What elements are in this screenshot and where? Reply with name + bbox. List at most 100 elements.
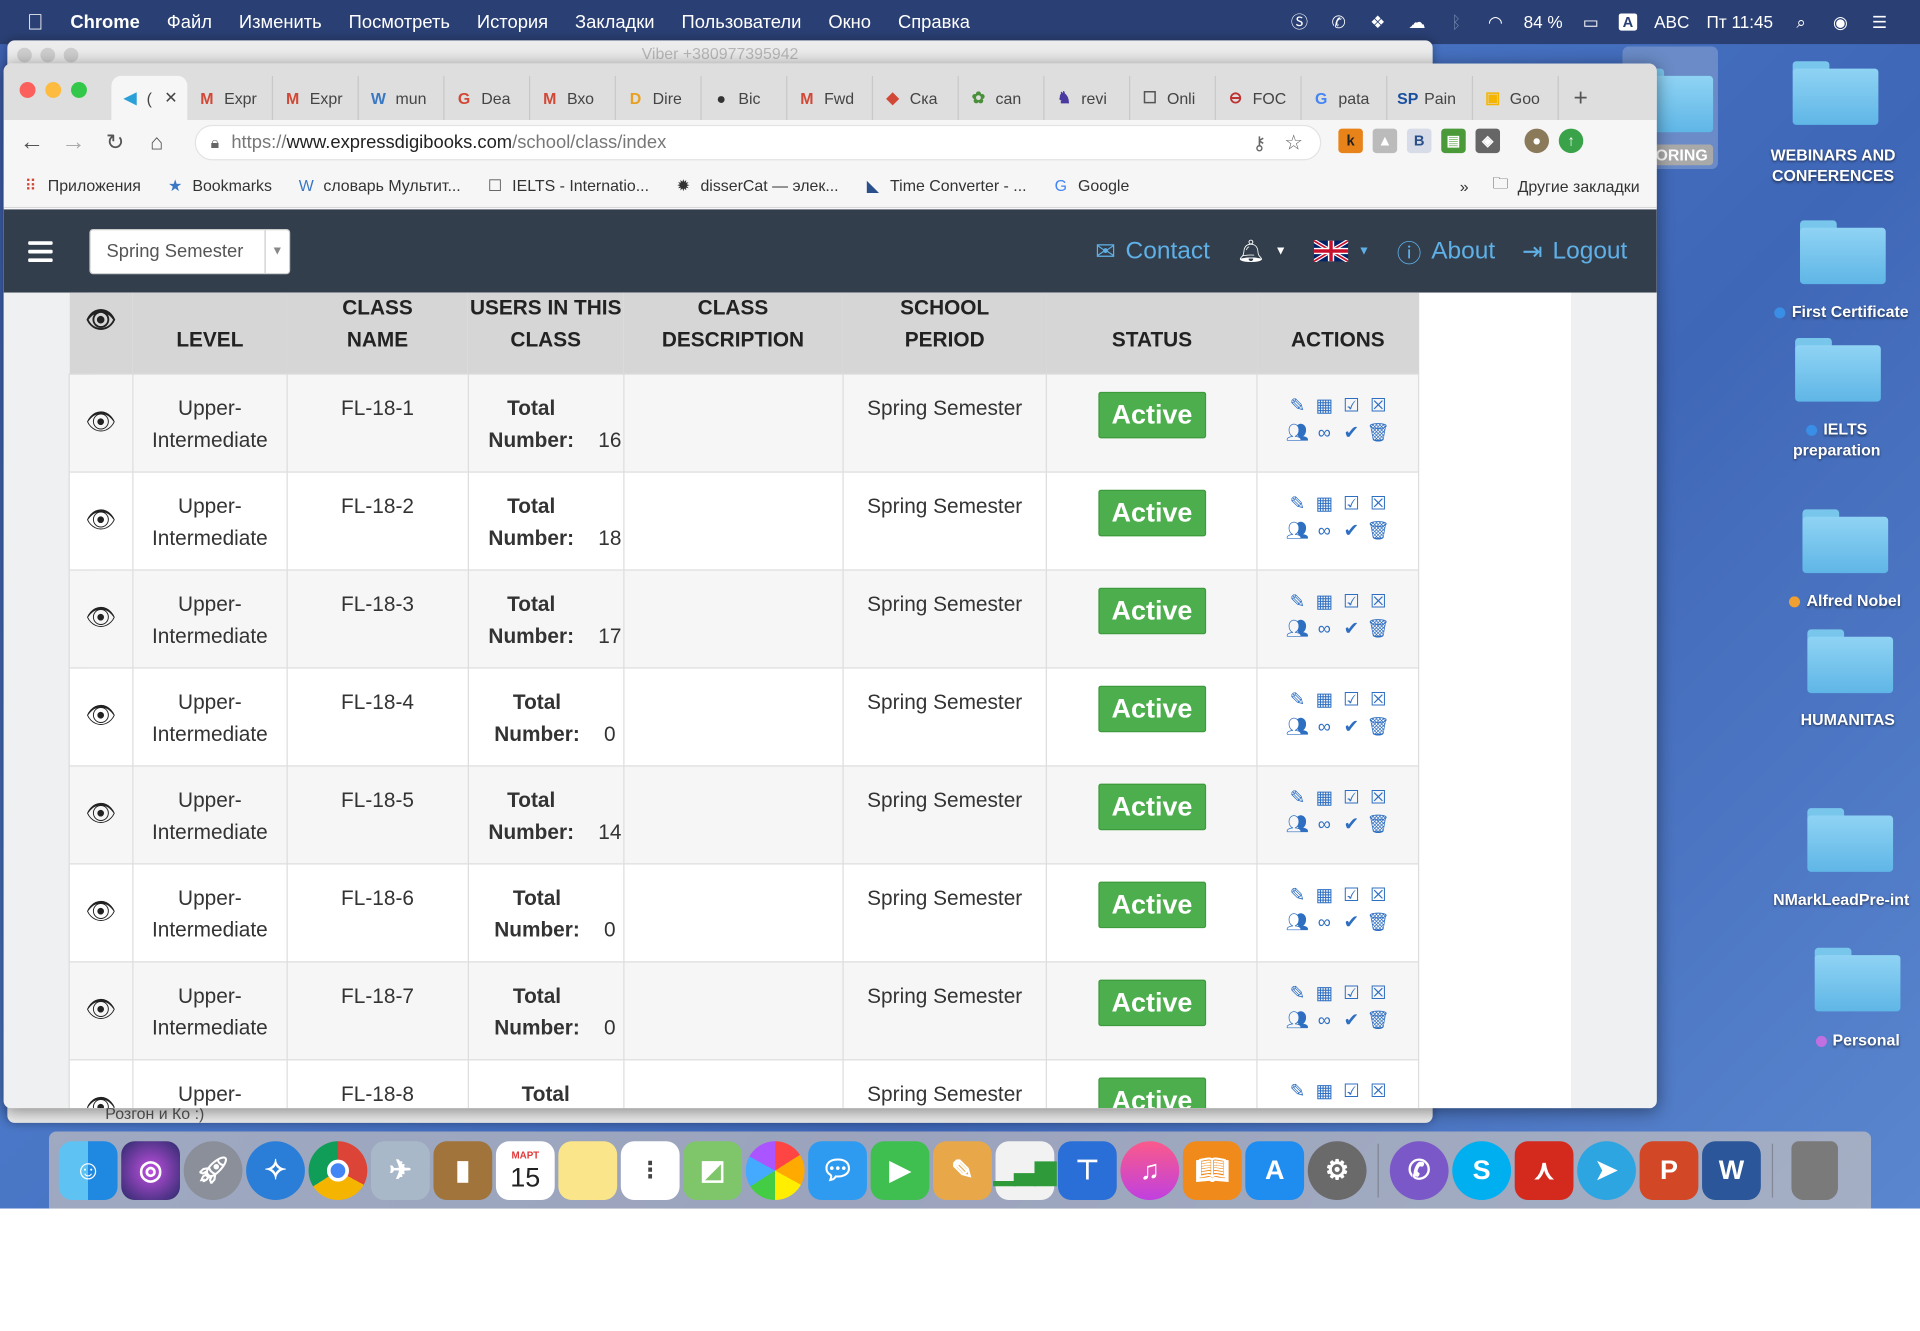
calendar-icon[interactable]: ▦ [1315, 1081, 1335, 1102]
check-icon[interactable]: ✔ [1342, 814, 1362, 835]
status-badge[interactable]: Active [1098, 979, 1206, 1027]
calendar-check-icon[interactable]: ☑ [1342, 493, 1362, 514]
header-status[interactable]: STATUS [1046, 292, 1258, 375]
folder-webinars-label[interactable]: WEBINARS AND CONFERENCES [1763, 144, 1903, 186]
check-icon[interactable]: ✔ [1342, 422, 1362, 443]
wifi-icon[interactable]: ◠ [1484, 11, 1506, 33]
status-badge[interactable]: Active [1098, 1077, 1206, 1109]
bookmark-2[interactable]: Wсловарь Мультит... [296, 176, 461, 194]
tab-1[interactable]: M Expr [187, 75, 274, 121]
row-view-cell[interactable]: 👁︎ [68, 667, 134, 767]
launchpad-icon[interactable]: 🚀︎ [183, 1140, 243, 1200]
trash-icon[interactable]: 🗑︎ [1367, 520, 1390, 541]
calendar-icon[interactable]: ▦ [1315, 689, 1335, 710]
calendar-icon[interactable]: ▦ [1315, 493, 1335, 514]
messages-icon[interactable]: 💬︎ [808, 1140, 867, 1200]
bookmark-1[interactable]: ★ Bookmarks [165, 176, 272, 196]
folder-personal-label[interactable]: Personal [1805, 1031, 1910, 1049]
photos-icon[interactable] [745, 1140, 805, 1200]
tab-6[interactable]: D Dire [616, 75, 702, 121]
books-icon[interactable]: 📖︎ [1182, 1140, 1242, 1200]
facetime-icon[interactable]: ▶ [870, 1140, 930, 1200]
edit-icon[interactable]: ✎ [1288, 689, 1308, 710]
edit-icon[interactable]: ✎ [1288, 591, 1308, 612]
about-link[interactable]: ⓘ About [1397, 233, 1495, 269]
calendar-icon[interactable]: ▦ [1315, 885, 1335, 906]
trash-icon[interactable]: 🗑︎ [1367, 618, 1390, 639]
word-icon[interactable]: W [1702, 1140, 1761, 1200]
eye-icon[interactable]: 👁︎ [85, 1095, 116, 1108]
maps-icon[interactable]: ◩ [683, 1140, 743, 1200]
column-visibility[interactable]: 👁︎ [69, 292, 133, 375]
new-tab-button[interactable]: + [1559, 76, 1603, 120]
status-badge[interactable]: Active [1098, 391, 1206, 439]
status-badge[interactable]: Active [1098, 783, 1206, 831]
link-icon[interactable]: ∞ [1315, 716, 1335, 737]
tab-15[interactable]: SP Pain [1387, 75, 1474, 121]
viber-icon[interactable]: ✆ [1389, 1140, 1449, 1200]
calendar-check-icon[interactable]: ☑ [1342, 1081, 1362, 1102]
folder-icon[interactable] [1802, 509, 1889, 574]
forward-button[interactable]: → [53, 124, 95, 161]
link-icon[interactable]: ∞ [1315, 1010, 1335, 1031]
folder-icon[interactable] [1807, 629, 1894, 694]
calendar-remove-icon[interactable]: ☒ [1368, 1081, 1388, 1102]
folder-ielts-label[interactable]: IELTS preparation [1776, 419, 1898, 461]
class-name-cell[interactable]: FL-18-3 [286, 569, 469, 669]
extension-b-icon[interactable]: B [1406, 128, 1432, 154]
calendar-remove-icon[interactable]: ☒ [1368, 591, 1388, 612]
folder-icon[interactable] [1792, 61, 1879, 125]
music-icon[interactable]: ♫ [1120, 1140, 1180, 1200]
eye-icon[interactable]: 👁︎ [85, 409, 116, 436]
edit-icon[interactable]: ✎ [1288, 983, 1308, 1004]
finder-icon[interactable]: ☺ [58, 1140, 118, 1200]
keynote-icon[interactable]: ⊤ [1057, 1140, 1117, 1200]
contacts-icon[interactable]: ▮ [433, 1140, 493, 1200]
check-icon[interactable]: ✔ [1342, 1010, 1362, 1031]
eye-icon[interactable]: 👁︎ [85, 899, 116, 926]
status-badge[interactable]: Active [1098, 881, 1206, 929]
calendar-remove-icon[interactable]: ☒ [1368, 396, 1388, 417]
notifications-dropdown[interactable]: 🔔︎ ▼ [1237, 238, 1287, 264]
calendar-check-icon[interactable]: ☑ [1342, 885, 1362, 906]
profile-avatar[interactable]: ● [1524, 128, 1549, 154]
menubar-clock[interactable]: Пт 11:45 [1707, 12, 1774, 32]
row-view-cell[interactable]: 👁︎ [68, 1059, 134, 1109]
menu-people[interactable]: Пользователи [681, 12, 801, 33]
folder-alfred-nobel-label[interactable]: Alfred Nobel [1778, 591, 1913, 610]
calendar-icon[interactable]: ▦ [1315, 396, 1335, 417]
folder-icon[interactable] [1814, 947, 1901, 1012]
folder-nmarklead-label[interactable]: NMarkLeadPre-int [1773, 890, 1920, 908]
key-icon[interactable]: ⚷ [1253, 132, 1266, 154]
trash-icon[interactable]: 🗑︎ [1367, 814, 1390, 835]
close-tab-icon[interactable]: ✕ [164, 88, 177, 108]
header-level[interactable]: LEVEL [132, 292, 288, 375]
check-icon[interactable]: ✔ [1342, 716, 1362, 737]
users-icon[interactable]: 👥︎ [1286, 716, 1309, 737]
zoom-window-button[interactable] [71, 82, 87, 98]
notification-center-icon[interactable]: ☰ [1869, 11, 1891, 33]
folder-first-certificate-label[interactable]: First Certificate [1763, 302, 1920, 321]
class-name-cell[interactable]: FL-18-1 [286, 373, 469, 473]
extension-update-icon[interactable]: ↑ [1558, 128, 1584, 154]
menu-edit[interactable]: Изменить [239, 12, 322, 33]
eye-icon[interactable]: 👁︎ [85, 997, 116, 1024]
folder-icon[interactable] [1795, 337, 1881, 402]
edit-icon[interactable]: ✎ [1288, 885, 1308, 906]
users-icon[interactable]: 👥︎ [1286, 912, 1309, 933]
address-bar[interactable]: 🔒︎ https://www.expressdigibooks.com/scho… [194, 124, 1322, 161]
eye-icon[interactable]: 👁︎ [85, 801, 116, 828]
link-icon[interactable]: ∞ [1315, 520, 1335, 541]
powerpoint-icon[interactable]: P [1639, 1140, 1699, 1200]
safari-icon[interactable]: ✧ [246, 1140, 305, 1200]
tab-0[interactable]: ◀ (✕ [111, 75, 188, 121]
check-icon[interactable]: ✔ [1342, 520, 1362, 541]
calendar-remove-icon[interactable]: ☒ [1368, 885, 1388, 906]
status-badge[interactable]: Active [1098, 587, 1206, 635]
bookmark-6[interactable]: G Google [1051, 176, 1130, 194]
system-preferences-icon[interactable]: ⚙ [1307, 1140, 1367, 1200]
bookmark-4[interactable]: ✹ disserCat — элек... [674, 176, 839, 196]
calendar-remove-icon[interactable]: ☒ [1368, 983, 1388, 1004]
trash-icon[interactable]: 🗑︎ [1367, 716, 1390, 737]
check-icon[interactable]: ✔ [1342, 912, 1362, 933]
